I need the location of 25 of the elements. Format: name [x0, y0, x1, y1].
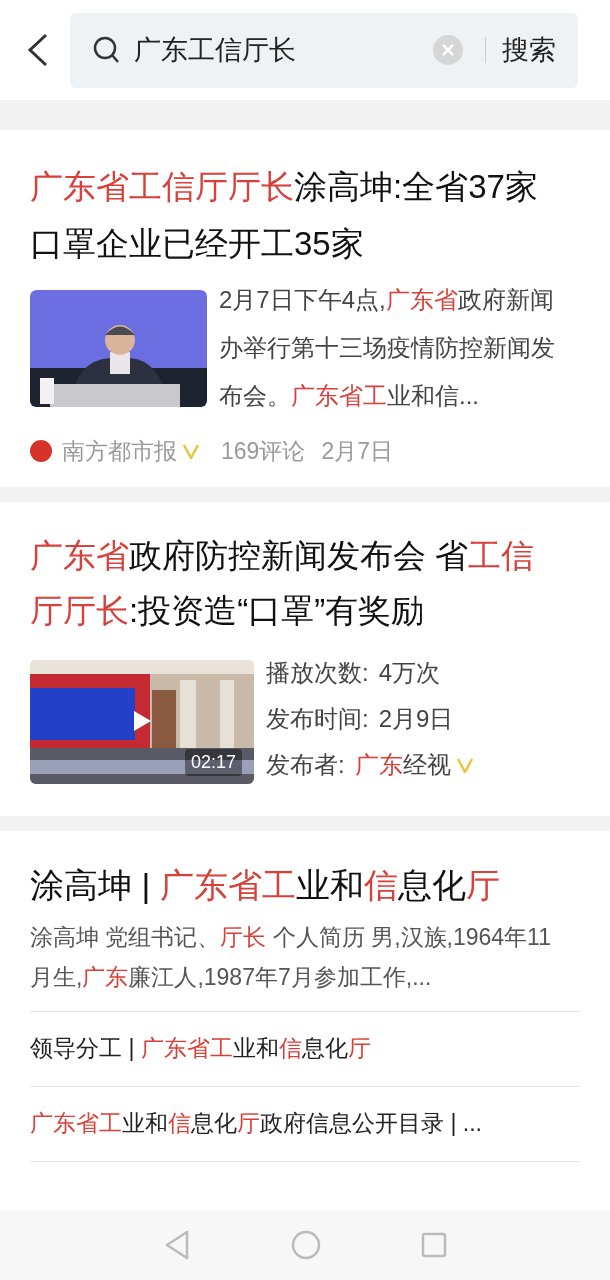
meta-label: 播放次数:	[266, 657, 369, 688]
result-title[interactable]: 涂高坤 | 广东省工业和信息化厅	[30, 860, 580, 909]
result-snippet: 2月7日下午4点,广东省政府新闻办举行第十三场疫情防控新闻发布会。广东省工业和信...	[219, 285, 556, 411]
search-field[interactable]: 广东工信厅长 搜索	[70, 12, 578, 88]
meta-label: 发布者:	[266, 749, 345, 780]
result-snippet: 涂高坤 党组书记、厅长 个人简历 男,汉族,1964年11月生,广东廉江人,1987年7月参加工作,...	[30, 922, 552, 992]
meta-value: 广东经视	[354, 749, 451, 780]
home-icon[interactable]	[291, 1230, 321, 1260]
search-query: 广东工信厅长	[134, 33, 297, 67]
comment-count: 169评论	[221, 437, 306, 466]
result-title[interactable]: 广东省工信厅厅长涂高坤:全省37家口罩企业已经开工35家	[30, 158, 560, 272]
clear-icon[interactable]	[433, 35, 463, 65]
sub-link[interactable]: 广东省工业和信息化厅政府信息公开目录 | ...	[30, 1102, 580, 1143]
search-button[interactable]: 搜索	[502, 29, 556, 71]
search-icon	[92, 35, 122, 65]
recent-apps-icon[interactable]	[421, 1232, 447, 1258]
result-title[interactable]: 广东省政府防控新闻发布会 省工信厅厅长:投资造“口罩”有奖励	[30, 527, 555, 638]
sub-link[interactable]: 领导分工 | 广东省工业和信息化厅	[30, 1027, 580, 1068]
video-duration: 02:17	[184, 748, 242, 776]
meta-label: 发布时间:	[266, 703, 369, 734]
source-logo-icon	[30, 440, 52, 463]
video-thumbnail[interactable]: 02:17	[30, 659, 254, 784]
publish-date: 2月7日	[321, 437, 393, 466]
meta-value: 2月9日	[378, 703, 454, 734]
meta-value: 4万次	[378, 657, 441, 688]
